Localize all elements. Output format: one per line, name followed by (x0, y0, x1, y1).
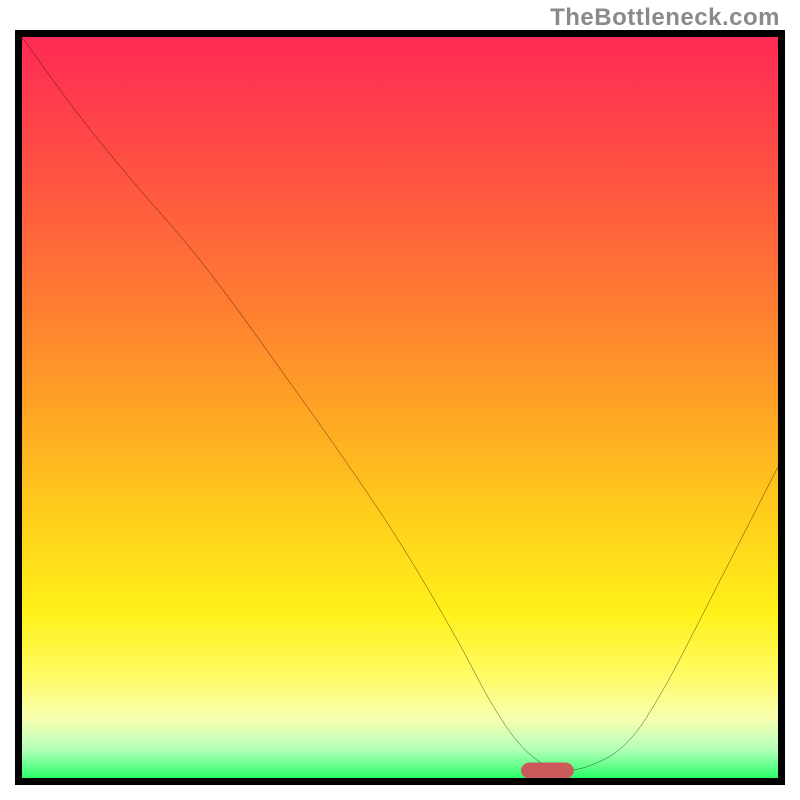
bottleneck-curve (22, 37, 778, 778)
chart-frame: TheBottleneck.com (0, 0, 800, 800)
plot-area (15, 30, 785, 785)
watermark-text: TheBottleneck.com (550, 4, 780, 32)
optimal-marker (521, 762, 574, 778)
